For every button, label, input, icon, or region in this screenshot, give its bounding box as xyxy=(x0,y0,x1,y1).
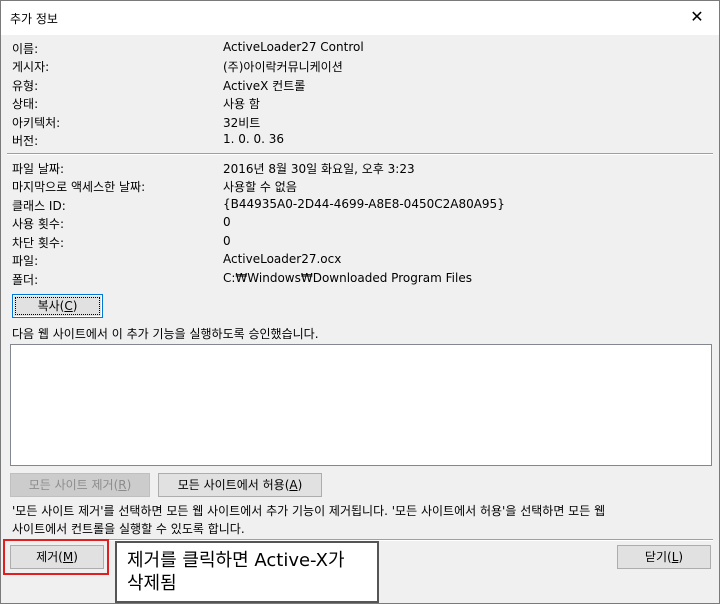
button-label: 모든 사이트에서 허용( xyxy=(177,478,290,492)
button-label-end: ) xyxy=(72,299,78,313)
info-label: 아키텍처: xyxy=(12,116,61,130)
close-button[interactable]: 닫기(L) xyxy=(617,545,711,569)
info-value: 사용할 수 없음 xyxy=(223,180,297,194)
info-label: 이름: xyxy=(12,42,39,56)
info-value: ActiveLoader27.ocx xyxy=(223,252,342,266)
close-icon[interactable]: ✕ xyxy=(687,7,707,27)
info-row-architecture: 아키텍처: 32비트 xyxy=(12,114,712,132)
info-value: 32비트 xyxy=(223,116,261,130)
annotation-line-2: 삭제됨 xyxy=(127,573,177,594)
info-value: {B44935A0-2D44-4699-A8E8-0450C2A80A95} xyxy=(223,197,505,211)
info-label: 클래스 ID: xyxy=(12,199,66,213)
info-row-file-date: 파일 날짜: 2016년 8월 30일 화요일, 오후 3:23 xyxy=(12,160,712,178)
separator xyxy=(7,153,713,155)
description-text: 사이트에서 컨트롤을 실행할 수 있도록 합니다. xyxy=(12,522,245,536)
info-label: 유형: xyxy=(12,79,39,93)
info-label: 상태: xyxy=(12,97,39,111)
info-value: 사용 함 xyxy=(223,97,260,111)
info-label: 게시자: xyxy=(12,60,50,74)
info-row-block-count: 차단 횟수: 0 xyxy=(12,234,712,252)
info-value: ActiveLoader27 Control xyxy=(223,40,364,54)
button-label: 닫기( xyxy=(644,550,672,564)
remove-button-highlight xyxy=(3,539,109,575)
info-value: 0 xyxy=(223,234,231,248)
sites-caption-row: 다음 웹 사이트에서 이 추가 기능을 실행하도록 승인했습니다. xyxy=(12,325,712,343)
allow-all-sites-button[interactable]: 모든 사이트에서 허용(A) xyxy=(158,473,322,497)
info-row-name: 이름: ActiveLoader27 Control xyxy=(12,40,712,58)
accelerator-key: C xyxy=(64,299,73,313)
annotation-line-1: 제거를 클릭하면 Active-X가 xyxy=(127,550,345,571)
info-value: C:₩Windows₩Downloaded Program Files xyxy=(223,271,472,285)
accelerator-key: R xyxy=(118,478,127,492)
info-label: 마지막으로 액세스한 날짜: xyxy=(12,180,146,194)
info-label: 파일: xyxy=(12,254,39,268)
info-value: 0 xyxy=(223,215,231,229)
info-row-use-count: 사용 횟수: 0 xyxy=(12,215,712,233)
info-label: 폴더: xyxy=(12,273,39,287)
button-label: 복사( xyxy=(37,299,65,313)
info-row-file: 파일: ActiveLoader27.ocx xyxy=(12,252,712,270)
info-label: 차단 횟수: xyxy=(12,236,65,250)
info-row-status: 상태: 사용 함 xyxy=(12,95,712,113)
info-label: 사용 횟수: xyxy=(12,217,65,231)
info-value: 2016년 8월 30일 화요일, 오후 3:23 xyxy=(223,162,415,176)
dialog-body: 이름: ActiveLoader27 Control 게시자: (주)아이락커뮤… xyxy=(1,35,719,603)
info-value: 1. 0. 0. 36 xyxy=(223,132,285,146)
info-row-last-accessed: 마지막으로 액세스한 날짜: 사용할 수 없음 xyxy=(12,178,712,196)
info-row-class-id: 클래스 ID: {B44935A0-2D44-4699-A8E8-0450C2A… xyxy=(12,197,712,215)
info-row-type: 유형: ActiveX 컨트롤 xyxy=(12,77,712,95)
approved-sites-list[interactable] xyxy=(10,344,712,466)
copy-button[interactable]: 복사(C) xyxy=(12,294,103,318)
add-on-info-dialog: 추가 정보 ✕ 이름: ActiveLoader27 Control 게시자: … xyxy=(0,0,720,604)
info-label: 파일 날짜: xyxy=(12,162,65,176)
info-row-publisher: 게시자: (주)아이락커뮤니케이션 xyxy=(12,58,712,76)
button-label-end: ) xyxy=(126,478,132,492)
accelerator-key: A xyxy=(289,478,298,492)
info-value: ActiveX 컨트롤 xyxy=(223,79,306,93)
sites-caption: 다음 웹 사이트에서 이 추가 기능을 실행하도록 승인했습니다. xyxy=(12,327,319,341)
button-label: 모든 사이트 제거( xyxy=(28,478,119,492)
info-label: 버전: xyxy=(12,134,39,148)
info-row-folder: 폴더: C:₩Windows₩Downloaded Program Files xyxy=(12,271,712,289)
info-row-version: 버전: 1. 0. 0. 36 xyxy=(12,132,712,150)
window-title: 추가 정보 xyxy=(10,12,58,26)
button-label-end: ) xyxy=(678,550,684,564)
description-line-1: '모든 사이트 제거'를 선택하면 모든 웹 사이트에서 추가 기능이 제거됩니… xyxy=(12,502,712,520)
annotation-callout: 제거를 클릭하면 Active-X가 삭제됨 xyxy=(115,541,379,603)
description-line-2: 사이트에서 컨트롤을 실행할 수 있도록 합니다. xyxy=(12,520,712,538)
info-value: (주)아이락커뮤니케이션 xyxy=(223,60,343,74)
description-text: '모든 사이트 제거'를 선택하면 모든 웹 사이트에서 추가 기능이 제거됩니… xyxy=(12,504,606,518)
button-label-end: ) xyxy=(297,478,303,492)
title-bar: 추가 정보 ✕ xyxy=(1,1,719,35)
remove-all-sites-button[interactable]: 모든 사이트 제거(R) xyxy=(10,473,150,497)
